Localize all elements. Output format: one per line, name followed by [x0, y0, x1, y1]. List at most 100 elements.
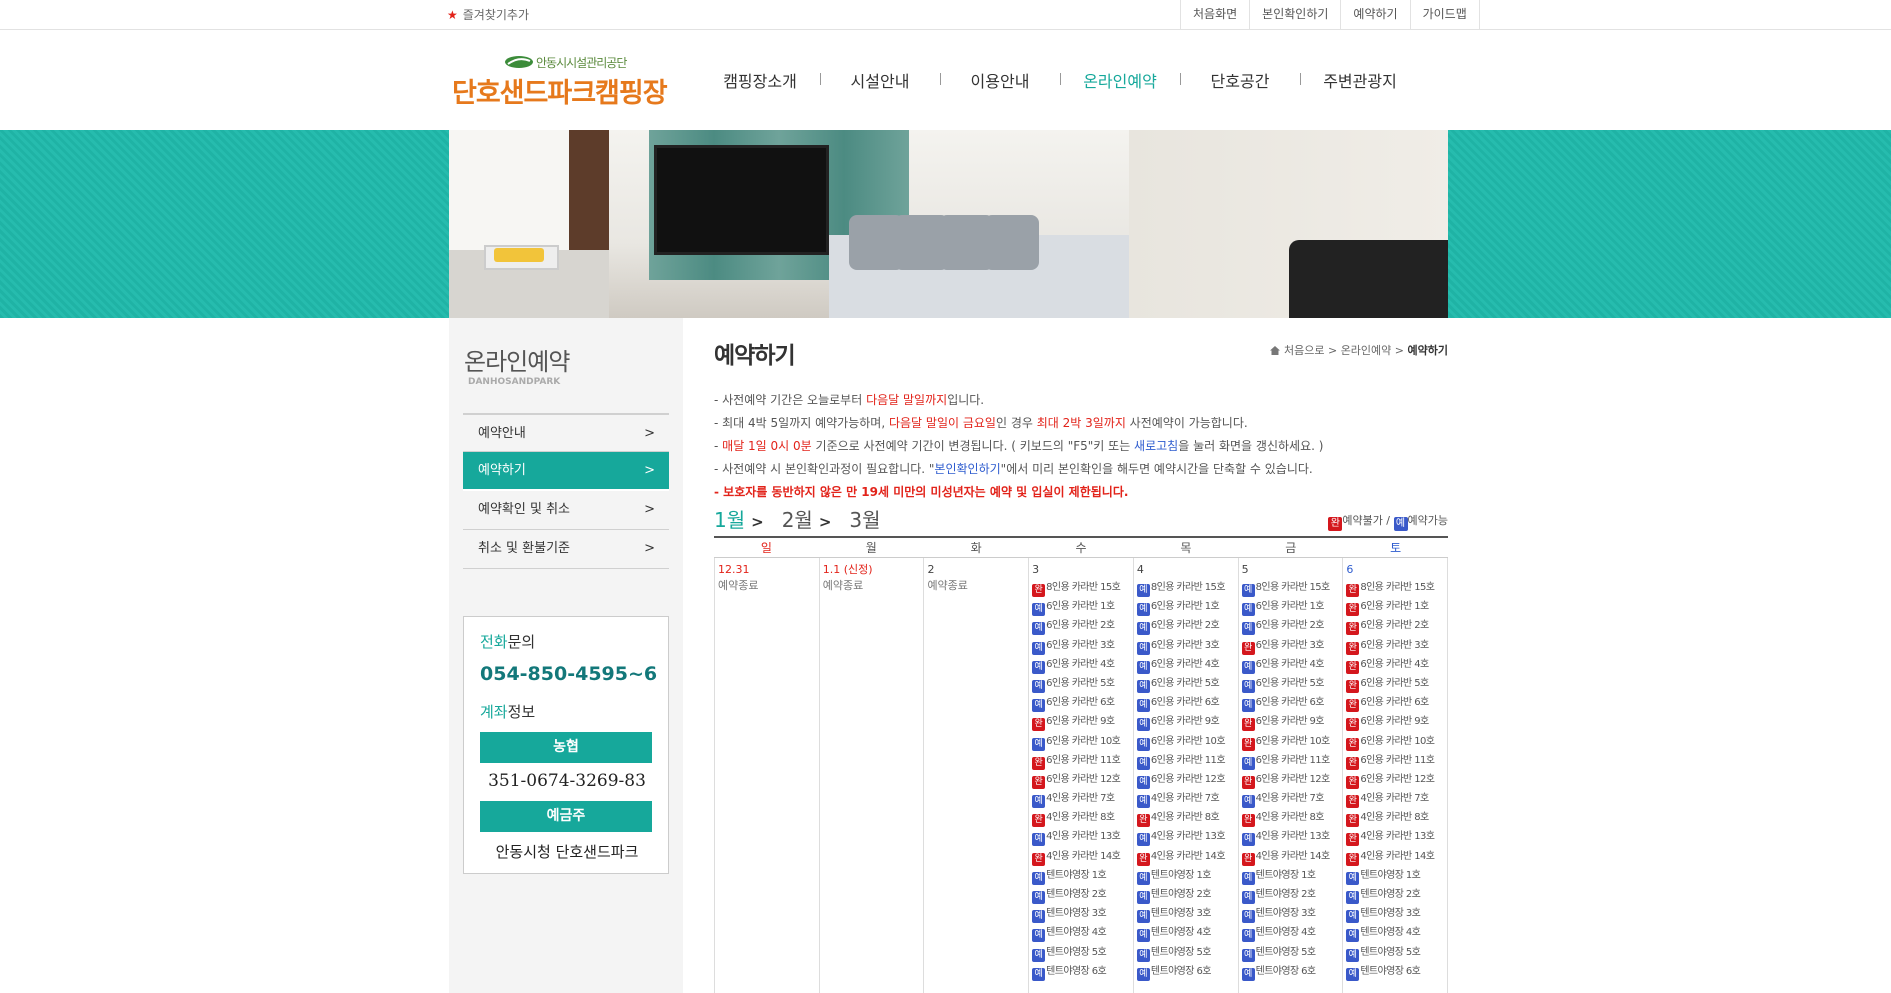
site-available-item[interactable]: 예 6인용 카라반 6호	[1136, 693, 1235, 713]
site-available-item[interactable]: 예 텐트야영장 5호	[1136, 943, 1235, 962]
site-list: 예 8인용 카라반 15호 예 6인용 카라반 1호 예 6인용 카라반 2호 예 6인용 카…	[1136, 578, 1235, 981]
available-status-icon: 예	[1032, 737, 1046, 751]
nav-facility[interactable]: 시설안내	[820, 68, 940, 92]
site-available-item[interactable]: 예 텐트야영장 3호	[1346, 904, 1444, 924]
site-available-item[interactable]: 예 텐트야영장 1호	[1241, 866, 1340, 885]
available-status-icon: 예	[1241, 910, 1255, 924]
site-available-item[interactable]: 예 텐트야영장 4호	[1136, 923, 1235, 943]
site-available-item[interactable]: 예 텐트야영장 4호	[1032, 923, 1130, 943]
caravan-interior-photo	[449, 130, 1448, 318]
site-available-item[interactable]: 예 4인용 카라반 13호	[1032, 827, 1130, 847]
site-available-item[interactable]: 예 6인용 카라반 1호	[1136, 597, 1235, 617]
top-link-identity-check[interactable]: 본인확인하기	[1249, 0, 1340, 30]
site-name: 텐트야영장 6호	[1150, 965, 1212, 977]
site-available-item[interactable]: 예 텐트야영장 1호	[1136, 866, 1235, 885]
nav-danho-space[interactable]: 단호공간	[1180, 68, 1300, 92]
site-available-item[interactable]: 예 텐트야영장 3호	[1136, 904, 1235, 924]
site-available-item[interactable]: 예 4인용 카라반 13호	[1241, 827, 1340, 847]
site-available-item[interactable]: 예 6인용 카라반 6호	[1032, 693, 1130, 713]
top-link-reservation[interactable]: 예약하기	[1340, 0, 1409, 30]
side-item-reservation-guide[interactable]: 예약안내 >	[463, 413, 669, 452]
add-favorite-link[interactable]: ★ 즐겨찾기추가	[447, 0, 529, 30]
site-available-item[interactable]: 예 6인용 카라반 10호	[1136, 732, 1235, 751]
site-available-item[interactable]: 예 텐트야영장 5호	[1032, 943, 1130, 962]
site-available-item[interactable]: 예 6인용 카라반 2호	[1032, 616, 1130, 636]
available-status-icon: 예	[1136, 891, 1150, 904]
site-available-item[interactable]: 예 6인용 카라반 12호	[1136, 770, 1235, 789]
available-status-icon: 예	[1136, 775, 1150, 789]
full-status-icon: 완	[1346, 603, 1360, 617]
side-item-make-reservation[interactable]: 예약하기 >	[463, 452, 669, 491]
top-link-home[interactable]: 처음화면	[1180, 0, 1249, 30]
site-available-item[interactable]: 예 텐트야영장 5호	[1346, 943, 1444, 962]
site-available-item[interactable]: 예 텐트야영장 4호	[1241, 923, 1340, 943]
breadcrumb-home[interactable]: 처음으로	[1284, 344, 1324, 357]
full-status-icon: 완	[1346, 660, 1360, 674]
full-status-icon: 완	[1346, 641, 1360, 655]
available-status-icon: 예	[1241, 584, 1255, 597]
site-available-item[interactable]: 예 텐트야영장 1호	[1032, 866, 1130, 885]
site-available-item[interactable]: 예 6인용 카라반 1호	[1032, 597, 1130, 617]
site-available-item[interactable]: 예 6인용 카라반 4호	[1136, 655, 1235, 674]
day-cell: 2 예약종료	[924, 558, 1030, 993]
site-available-item[interactable]: 예 텐트야영장 2호	[1136, 885, 1235, 904]
site-available-item[interactable]: 예 6인용 카라반 10호	[1032, 732, 1130, 751]
site-available-item[interactable]: 예 텐트야영장 4호	[1346, 923, 1444, 943]
site-full-item: 완 6인용 카라반 9호	[1241, 712, 1340, 732]
nav-nearby-attractions[interactable]: 주변관광지	[1300, 68, 1420, 92]
month-tab-3[interactable]: 3월	[849, 508, 880, 532]
site-available-item[interactable]: 예 6인용 카라반 5호	[1241, 674, 1340, 693]
site-available-item[interactable]: 예 6인용 카라반 2호	[1136, 616, 1235, 636]
site-available-item[interactable]: 예 6인용 카라반 1호	[1241, 597, 1340, 617]
site-available-item[interactable]: 예 8인용 카라반 15호	[1241, 578, 1340, 597]
site-available-item[interactable]: 예 텐트야영장 3호	[1241, 904, 1340, 924]
site-available-item[interactable]: 예 6인용 카라반 3호	[1136, 636, 1235, 655]
site-available-item[interactable]: 예 6인용 카라반 3호	[1032, 636, 1130, 655]
top-link-guide-map[interactable]: 가이드맵	[1409, 0, 1480, 30]
site-available-item[interactable]: 예 6인용 카라반 9호	[1136, 712, 1235, 732]
site-available-item[interactable]: 예 6인용 카라반 11호	[1241, 751, 1340, 770]
site-available-item[interactable]: 예 텐트야영장 2호	[1032, 885, 1130, 904]
side-item-refund-policy[interactable]: 취소 및 환불기준 >	[463, 530, 669, 569]
site-available-item[interactable]: 예 8인용 카라반 15호	[1136, 578, 1235, 597]
month-tab-1[interactable]: 1월	[714, 508, 745, 532]
site-available-item[interactable]: 예 텐트야영장 6호	[1032, 962, 1130, 981]
nav-camping-intro[interactable]: 캠핑장소개	[700, 68, 820, 92]
site-available-item[interactable]: 예 텐트야영장 3호	[1032, 904, 1130, 924]
site-available-item[interactable]: 예 4인용 카라반 7호	[1241, 789, 1340, 809]
site-available-item[interactable]: 예 텐트야영장 1호	[1346, 866, 1444, 885]
site-full-item: 완 6인용 카라반 5호	[1346, 674, 1444, 693]
site-full-item: 완 6인용 카라반 6호	[1346, 693, 1444, 713]
site-available-item[interactable]: 예 텐트야영장 6호	[1241, 962, 1340, 981]
available-status-icon: 예	[1136, 833, 1150, 847]
site-available-item[interactable]: 예 4인용 카라반 7호	[1136, 789, 1235, 809]
site-available-item[interactable]: 예 6인용 카라반 2호	[1241, 616, 1340, 636]
site-available-item[interactable]: 예 텐트야영장 6호	[1136, 962, 1235, 981]
side-item-check-cancel[interactable]: 예약확인 및 취소 >	[463, 491, 669, 530]
site-available-item[interactable]: 예 텐트야영장 2호	[1241, 885, 1340, 904]
site-name: 4인용 카라반 7호	[1255, 793, 1325, 805]
month-tab-2[interactable]: 2월	[782, 508, 813, 532]
available-status-icon: 예	[1241, 603, 1255, 617]
site-available-item[interactable]: 예 6인용 카라반 4호	[1032, 655, 1130, 674]
site-available-item[interactable]: 예 6인용 카라반 5호	[1136, 674, 1235, 693]
site-available-item[interactable]: 예 6인용 카라반 4호	[1241, 655, 1340, 674]
site-name: 6인용 카라반 9호	[1360, 716, 1429, 728]
day-number: 5	[1241, 563, 1249, 576]
chevron-right-icon: >	[818, 513, 832, 531]
site-available-item[interactable]: 예 텐트야영장 6호	[1346, 962, 1444, 981]
site-available-item[interactable]: 예 6인용 카라반 6호	[1241, 693, 1340, 713]
site-available-item[interactable]: 예 4인용 카라반 13호	[1136, 827, 1235, 847]
breadcrumb-online-reservation[interactable]: 온라인예약	[1341, 344, 1392, 357]
breadcrumb: 처음으로 > 온라인예약 > 예약하기	[1269, 342, 1448, 358]
site-available-item[interactable]: 예 6인용 카라반 11호	[1136, 751, 1235, 770]
identity-check-link[interactable]: 본인확인하기	[934, 462, 1000, 476]
site-name: 6인용 카라반 11호	[1255, 754, 1331, 766]
site-available-item[interactable]: 예 텐트야영장 2호	[1346, 885, 1444, 904]
site-available-item[interactable]: 예 4인용 카라반 7호	[1032, 789, 1130, 809]
nav-usage[interactable]: 이용안내	[940, 68, 1060, 92]
site-available-item[interactable]: 예 6인용 카라반 5호	[1032, 674, 1130, 693]
site-logo[interactable]: 안동시시설관리공단 단호샌드파크캠핑장	[452, 54, 682, 114]
nav-online-reservation[interactable]: 온라인예약	[1060, 68, 1180, 92]
site-available-item[interactable]: 예 텐트야영장 5호	[1241, 943, 1340, 962]
